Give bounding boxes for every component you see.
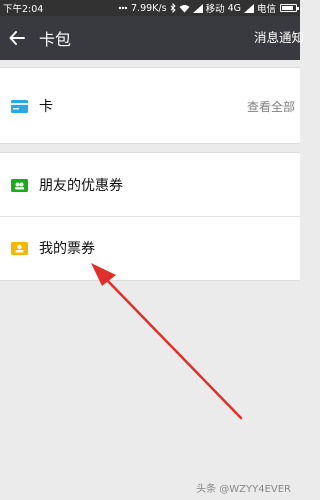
annotation-arrow	[91, 263, 243, 420]
watermark: 头条 @WZYY4EVER	[196, 484, 291, 495]
